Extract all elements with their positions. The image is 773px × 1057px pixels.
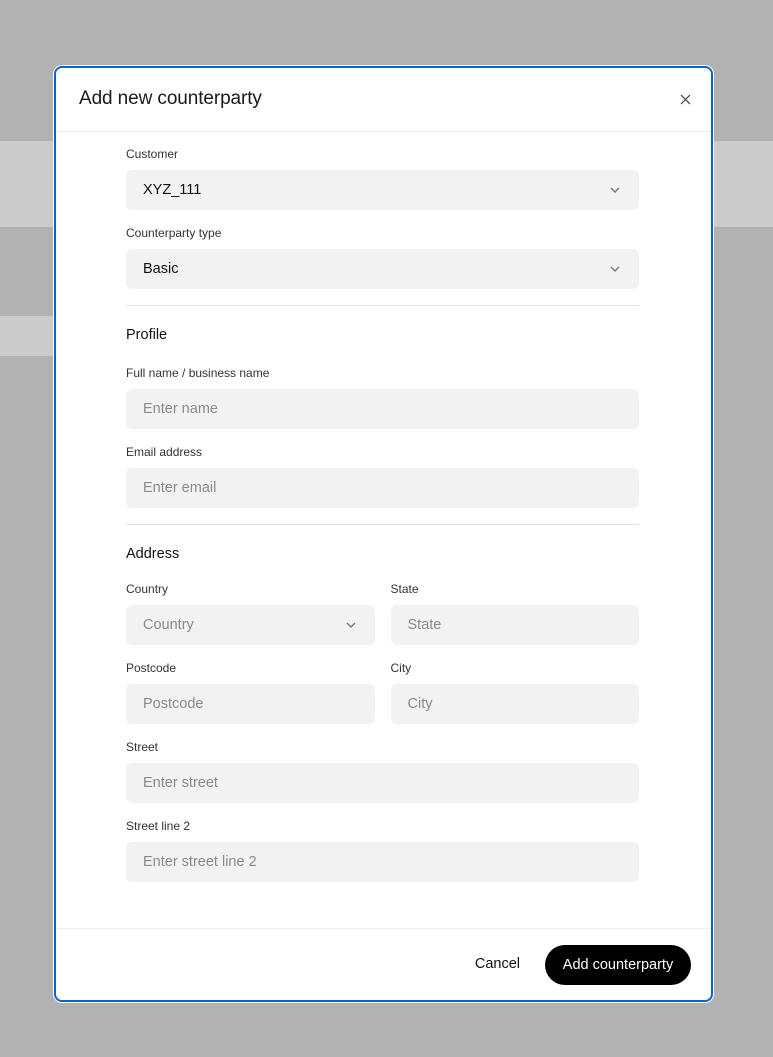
profile-section-title: Profile: [126, 327, 168, 343]
country-label: Country: [126, 582, 169, 596]
chevron-down-icon: [346, 622, 355, 628]
city-label: City: [390, 661, 412, 675]
dialog-body: Customer XYZ_111 Counterparty type Basic…: [126, 132, 639, 882]
city-placeholder: City: [407, 696, 433, 712]
cancel-button[interactable]: Cancel: [475, 956, 520, 972]
full-name-label: Full name / business name: [126, 366, 270, 380]
address-section-title: Address: [126, 546, 180, 562]
dialog-footer: Cancel Add counterparty: [56, 928, 711, 1000]
state-input[interactable]: State: [390, 605, 639, 645]
add-counterparty-dialog: Add new counterparty Customer XYZ_111 Co…: [54, 66, 713, 1002]
counterparty-type-value: Basic: [143, 261, 179, 277]
dialog-title: Add new counterparty: [79, 88, 262, 109]
email-placeholder: Enter email: [143, 480, 217, 496]
counterparty-type-label: Counterparty type: [126, 226, 222, 240]
email-input[interactable]: Enter email: [126, 468, 639, 508]
add-counterparty-button[interactable]: Add counterparty: [545, 945, 691, 985]
country-placeholder: Country: [143, 617, 194, 633]
chevron-down-icon: [610, 187, 620, 193]
street-input[interactable]: Enter street: [126, 763, 639, 803]
state-label: State: [390, 582, 419, 596]
full-name-input[interactable]: Enter name: [126, 389, 639, 429]
customer-label: Customer: [126, 147, 179, 161]
background-band: [0, 316, 60, 356]
street-placeholder: Enter street: [143, 775, 218, 791]
street-line-2-placeholder: Enter street line 2: [143, 854, 257, 870]
close-button[interactable]: [677, 91, 693, 107]
postcode-input[interactable]: Postcode: [126, 684, 375, 724]
counterparty-type-select[interactable]: Basic: [126, 249, 639, 289]
postcode-placeholder: Postcode: [143, 696, 204, 712]
dialog-header: Add new counterparty: [56, 68, 711, 132]
state-placeholder: State: [407, 617, 442, 633]
close-icon: [680, 94, 690, 104]
city-input[interactable]: City: [390, 684, 639, 724]
full-name-placeholder: Enter name: [143, 401, 218, 417]
customer-select[interactable]: XYZ_111: [126, 170, 639, 210]
country-select[interactable]: Country: [126, 605, 375, 645]
email-label: Email address: [126, 445, 203, 459]
postcode-label: Postcode: [126, 661, 177, 675]
street-line-2-label: Street line 2: [126, 819, 191, 833]
street-label: Street: [126, 740, 159, 754]
chevron-down-icon: [610, 266, 620, 272]
customer-value: XYZ_111: [143, 182, 202, 198]
street-line-2-input[interactable]: Enter street line 2: [126, 842, 639, 882]
